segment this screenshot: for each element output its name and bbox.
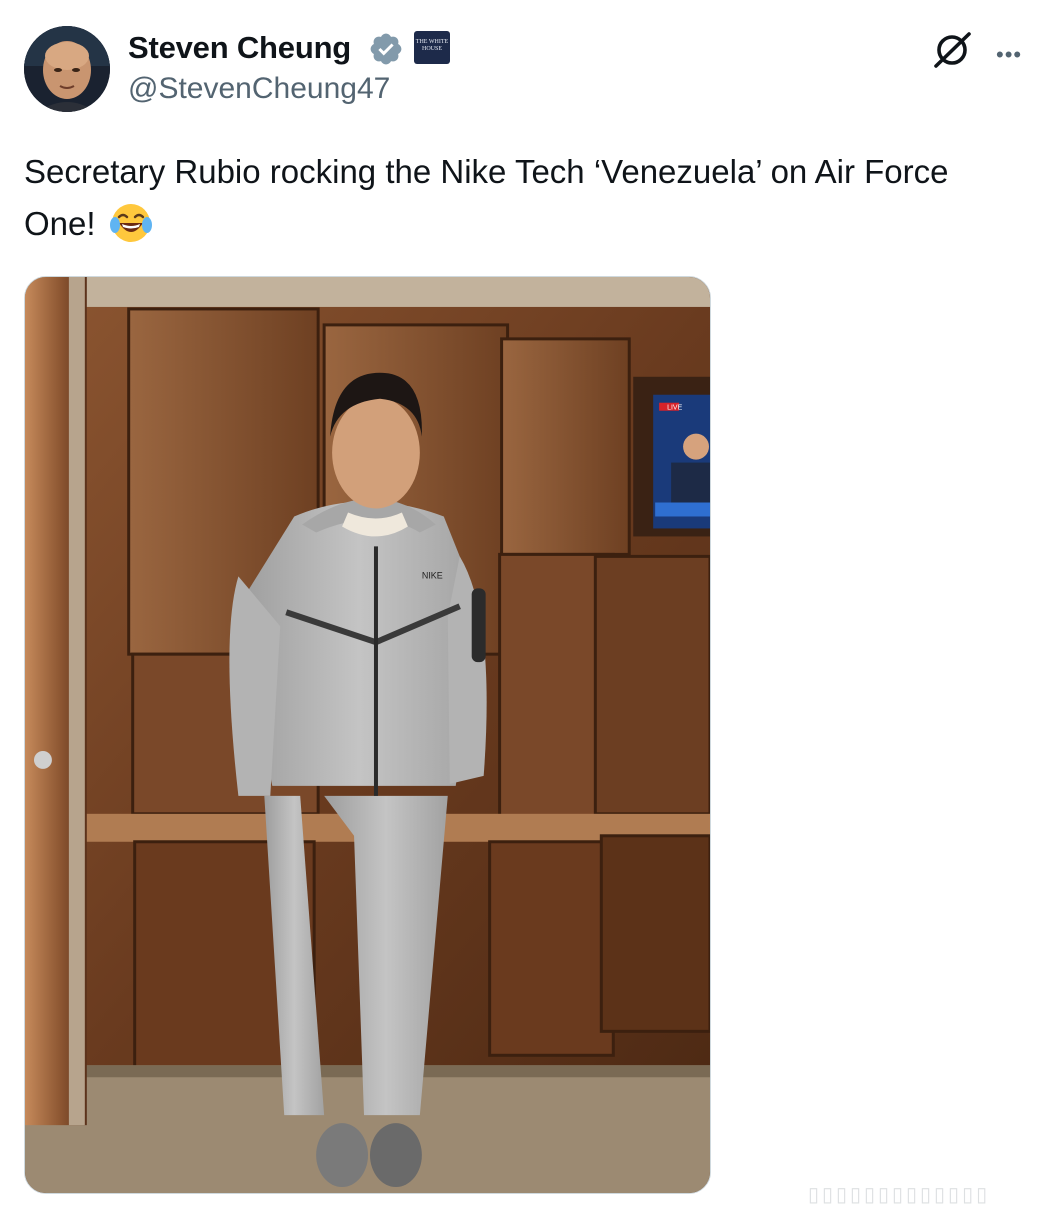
tears-of-joy-emoji-icon — [109, 204, 152, 242]
affiliation-badge-text: THE WHITE HOUSE — [415, 39, 449, 52]
post-photo[interactable]: LIVE NIKE — [24, 276, 711, 1194]
more-options-icon[interactable]: ••• — [996, 44, 1022, 66]
avatar-portrait — [24, 26, 110, 112]
verified-badge-icon[interactable] — [368, 31, 404, 67]
author-avatar[interactable] — [24, 26, 110, 112]
author-handle[interactable]: @StevenCheung47 — [128, 72, 390, 106]
photo-scene: LIVE NIKE — [25, 277, 710, 1193]
tv-live-label: LIVE — [667, 405, 682, 412]
grok-icon[interactable] — [930, 28, 974, 72]
post-body: Secretary Rubio rocking the Nike Tech ‘V… — [24, 153, 949, 242]
post-text: Secretary Rubio rocking the Nike Tech ‘V… — [24, 146, 984, 250]
author-name[interactable]: Steven Cheung — [128, 30, 351, 66]
image-watermark: ▯▯▯▯▯▯▯▯▯▯▯▯▯ — [808, 1184, 991, 1206]
jacket-logo: NIKE — [422, 570, 443, 580]
affiliation-badge[interactable]: THE WHITE HOUSE — [414, 31, 450, 64]
